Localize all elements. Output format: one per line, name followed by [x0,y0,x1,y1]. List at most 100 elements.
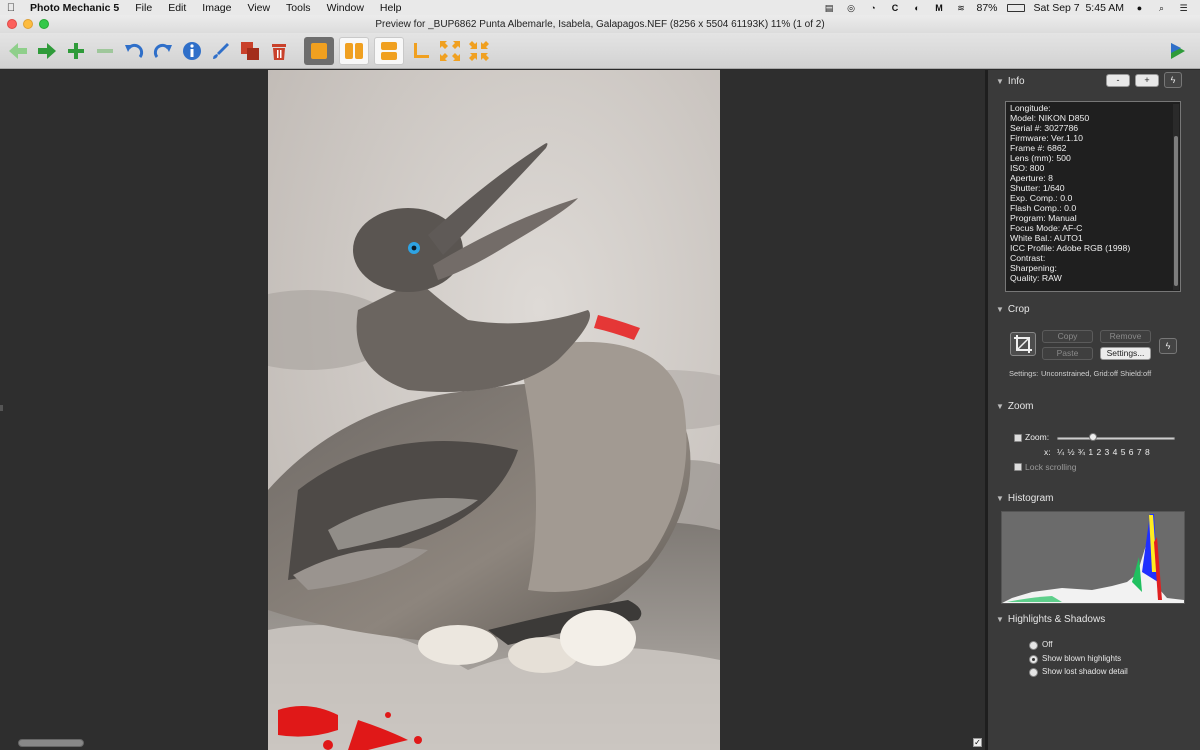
zoom-out-minus-icon [97,48,113,53]
histogram-section-header[interactable]: ▼ Histogram [996,493,1054,504]
info-line: White Bal.: AUTO1 [1010,233,1083,243]
highlights-section-header[interactable]: ▼ Highlights & Shadows [996,614,1105,625]
expand-icon [440,40,460,61]
zoom-slider-knob[interactable] [1089,433,1097,441]
stacked-view-button[interactable] [374,36,404,65]
creative-cloud-icon[interactable]: ◎ [845,3,858,13]
delete-button[interactable] [267,39,291,63]
m-app-icon[interactable]: M [933,3,946,13]
zoom-in-button[interactable] [64,39,88,63]
apple-menu-icon[interactable]:  [0,2,22,14]
disclosure-triangle-icon[interactable]: ▼ [996,305,1004,314]
zoom-scale-labels: ¼ ½ ¾ 1 2 3 4 5 6 7 8 [1057,447,1150,457]
battery-icon[interactable] [1006,3,1025,12]
info-line: Aperture: 8 [1010,173,1053,183]
rotate-right-icon [153,43,172,58]
shrink-button[interactable] [467,39,491,63]
minimize-window-button[interactable] [23,19,33,29]
spotlight-search-icon[interactable]: ⌕ [1155,3,1168,13]
single-view-button[interactable] [304,36,334,65]
rotate-left-button[interactable] [122,39,146,63]
window-controls [7,19,49,29]
radio-off[interactable] [1029,641,1038,650]
crop-settings-button[interactable]: Settings... [1100,347,1151,360]
zoom-slider[interactable] [1057,437,1175,440]
crop-tool-icon[interactable] [1010,332,1036,356]
menu-help[interactable]: Help [372,2,410,14]
next-button[interactable] [35,39,59,63]
info-section-header[interactable]: ▼ Info [996,76,1025,87]
disclosure-triangle-icon[interactable]: ▼ [996,77,1004,86]
menu-view[interactable]: View [239,2,278,14]
menu-app-name[interactable]: Photo Mechanic 5 [22,2,127,14]
film-strip-icon[interactable]: ▤ [823,3,836,13]
preview-photo[interactable] [268,70,720,750]
crop-section-header[interactable]: ▼ Crop [996,304,1030,315]
crop-corner-icon [414,42,429,58]
bottom-scroll-handle[interactable] [18,739,84,747]
info-buttons: - + ϟ [1106,72,1182,88]
info-line: Program: Manual [1010,213,1077,223]
disclosure-triangle-icon[interactable]: ▼ [996,402,1004,411]
lock-scrolling-checkbox[interactable] [1014,463,1022,471]
wifi-icon[interactable]: ≋ [955,3,968,13]
info-icon [183,41,201,60]
zoom-section-header[interactable]: ▼ Zoom [996,401,1033,412]
copy-button[interactable] [238,39,262,63]
info-line: Quality: RAW [1010,273,1062,283]
zoom-window-button[interactable] [39,19,49,29]
menu-image[interactable]: Image [194,2,239,14]
radio-off-label: Off [1042,640,1053,649]
crop-settings-value: Unconstrained, Grid:off Shield:off [1041,369,1152,378]
corner-checkbox[interactable]: ✓ [973,738,982,747]
radio-show-lost-shadow[interactable] [1029,668,1038,677]
crop-paste-button[interactable]: Paste [1042,347,1093,360]
edit-button[interactable] [209,39,233,63]
previous-button[interactable] [6,39,30,63]
crop-remove-button[interactable]: Remove [1100,330,1151,343]
info-lightning-button[interactable]: ϟ [1164,72,1182,88]
rotate-right-button[interactable] [151,39,175,63]
menu-file[interactable]: File [127,2,160,14]
user-icon[interactable]: ● [1133,3,1146,13]
next-arrow-icon [38,42,56,59]
info-metadata-list[interactable]: Longitude: Model: NIKON D850 Serial #: 302… [1005,101,1181,292]
close-window-button[interactable] [7,19,17,29]
info-minus-button[interactable]: - [1106,74,1130,87]
crop-copy-button[interactable]: Copy [1042,330,1093,343]
info-line: Serial #: 3027786 [1010,123,1079,133]
notification-center-icon[interactable]: ☰ [1177,3,1190,13]
expand-button[interactable] [438,39,462,63]
radio-show-blown-highlights[interactable] [1029,655,1038,664]
crop-title: Crop [1007,304,1030,315]
info-line: Sharpening: [1010,263,1057,273]
zoom-checkbox[interactable] [1014,434,1022,442]
left-edge-handle[interactable] [0,405,3,411]
info-line: Lens (mm): 500 [1010,153,1071,163]
info-button[interactable] [180,39,204,63]
info-line: Exp. Comp.: 0.0 [1010,193,1073,203]
crop-button[interactable] [409,39,433,63]
menu-tools[interactable]: Tools [278,2,319,14]
crop-settings-label: Settings: [1009,369,1039,378]
menu-edit[interactable]: Edit [160,2,194,14]
preview-area[interactable]: ✓ [0,70,985,750]
c-app-icon[interactable]: C [889,3,902,13]
radio-show-lost-shadow-label: Show lost shadow detail [1042,667,1128,676]
side-by-side-button[interactable] [339,36,369,65]
moon-icon[interactable]: ◐ [911,3,924,13]
info-plus-button[interactable]: + [1135,74,1159,87]
sync-icon[interactable]: ◔ [867,3,880,13]
window-title: Preview for _BUP6862 Punta Albemarle, Is… [375,18,825,30]
disclosure-triangle-icon[interactable]: ▼ [996,615,1004,624]
single-view-icon [311,42,327,59]
zoom-out-button[interactable] [93,39,117,63]
info-scrollbar[interactable] [1173,104,1179,290]
photo-mechanic-logo-icon [1166,39,1190,63]
crop-lightning-button[interactable]: ϟ [1159,338,1177,354]
menubar-clock[interactable]: Sat Sep 7 5:45 AM [1034,2,1124,14]
cormorant-photo-image [268,70,720,750]
info-line: ICC Profile: Adobe RGB (1998) [1010,243,1131,253]
menu-window[interactable]: Window [319,2,372,14]
disclosure-triangle-icon[interactable]: ▼ [996,494,1004,503]
